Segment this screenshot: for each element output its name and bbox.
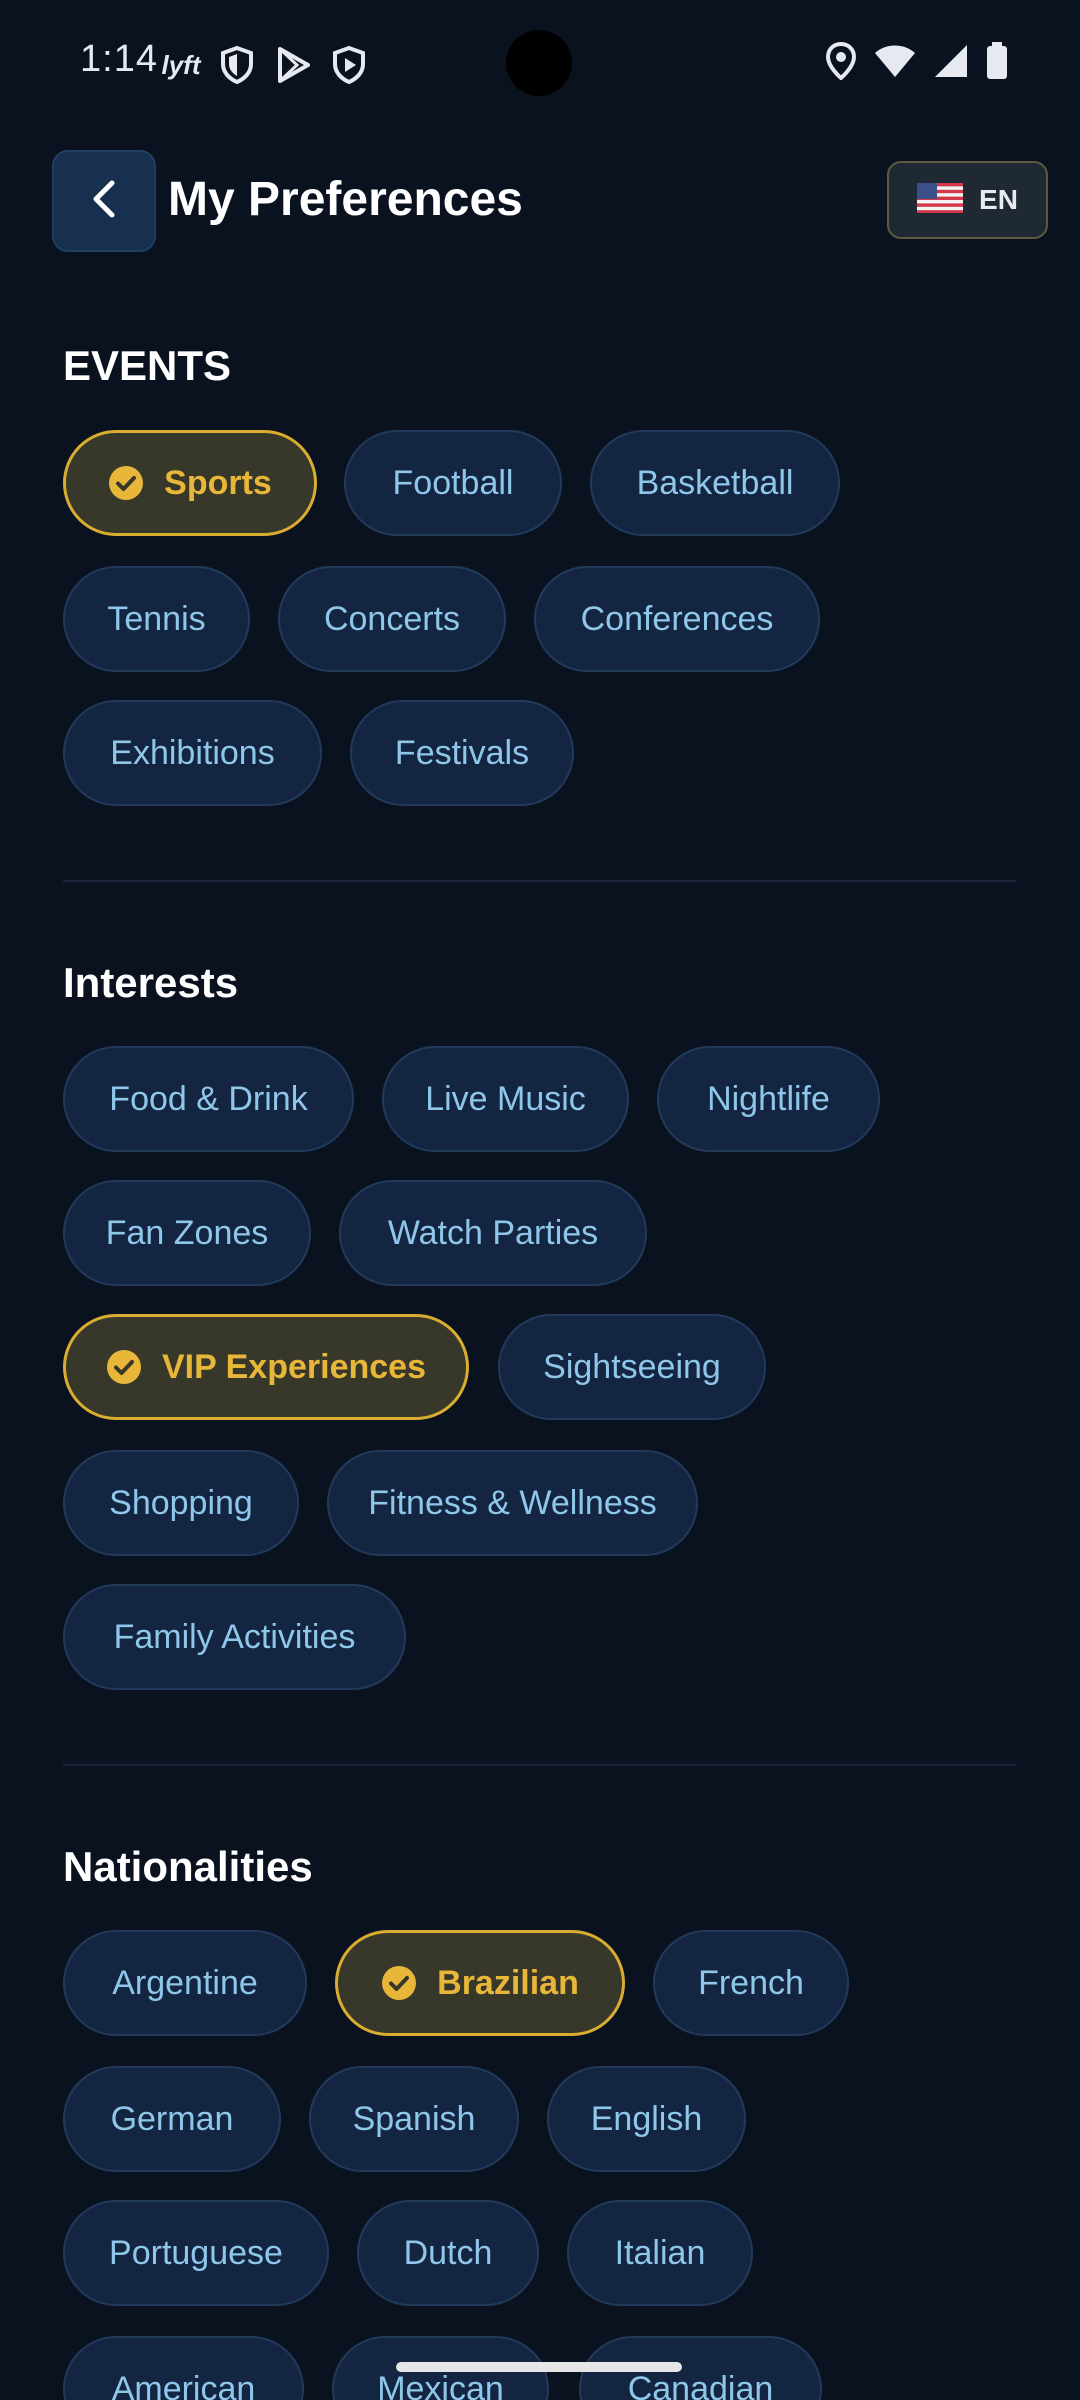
language-selector-button[interactable]: EN [887, 161, 1048, 239]
divider [63, 1764, 1016, 1766]
chip-label: English [590, 2099, 703, 2138]
wifi-icon [874, 44, 916, 83]
chip-label: Canadian [627, 2369, 774, 2400]
interests-chip-fan-zones[interactable]: Fan Zones [63, 1180, 311, 1286]
chip-label: Conferences [580, 599, 774, 638]
page-title: My Preferences [168, 173, 523, 226]
events-chip-festivals[interactable]: Festivals [350, 700, 574, 806]
divider [63, 880, 1016, 882]
chip-label: Concerts [323, 599, 461, 638]
interests-chip-shopping[interactable]: Shopping [63, 1450, 299, 1556]
events-chip-sports[interactable]: Sports [63, 430, 317, 536]
chip-label: Exhibitions [110, 733, 275, 772]
language-code: EN [979, 184, 1018, 215]
chip-label: American [111, 2369, 256, 2400]
chip-label: German [110, 2099, 234, 2138]
section-title-interests: Interests [63, 959, 239, 1006]
nationalities-chip-argentine[interactable]: Argentine [63, 1930, 307, 2036]
check-circle-icon [108, 465, 144, 501]
preferences-screen: 1:14 lyft My Preferences EN EVENTS Sport… [0, 0, 1080, 2400]
chip-label: Dutch [403, 2233, 493, 2272]
nationalities-chip-french[interactable]: French [653, 1930, 849, 2036]
check-circle-icon [381, 1965, 417, 2001]
nationalities-chip-english[interactable]: English [547, 2066, 746, 2172]
chip-label: Tennis [107, 599, 206, 638]
status-time: 1:14 [80, 38, 158, 80]
chip-label: Sightseeing [543, 1347, 721, 1386]
chip-label: Shopping [109, 1483, 253, 1522]
home-indicator [396, 2362, 682, 2372]
events-chip-tennis[interactable]: Tennis [63, 566, 250, 672]
section-title-events: EVENTS [63, 342, 232, 389]
chip-label: Portuguese [109, 2233, 283, 2272]
nationalities-chip-dutch[interactable]: Dutch [357, 2200, 539, 2306]
interests-chip-family-activities[interactable]: Family Activities [63, 1584, 406, 1690]
interests-chip-sightseeing[interactable]: Sightseeing [498, 1314, 766, 1420]
interests-chip-food-drink[interactable]: Food & Drink [63, 1046, 354, 1152]
events-chip-concerts[interactable]: Concerts [278, 566, 506, 672]
front-camera [506, 30, 572, 96]
lyft-icon: lyft [161, 49, 201, 80]
chevron-left-icon [88, 179, 120, 224]
status-left-icons: lyft [160, 44, 370, 86]
interests-chip-nightlife[interactable]: Nightlife [657, 1046, 880, 1152]
battery-icon [986, 42, 1008, 85]
chip-label: Argentine [112, 1963, 258, 2002]
chip-label: VIP Experiences [162, 1347, 426, 1386]
status-bar: 1:14 lyft [0, 0, 1080, 128]
chip-label: Italian [614, 2233, 706, 2272]
chip-label: Fan Zones [105, 1213, 269, 1252]
chip-label: Basketball [636, 463, 794, 502]
chip-label: Brazilian [437, 1963, 579, 2002]
chip-label: Nightlife [707, 1079, 830, 1118]
chip-label: French [698, 1963, 804, 2002]
nationalities-chip-portuguese[interactable]: Portuguese [63, 2200, 329, 2306]
status-right-icons [825, 41, 1008, 85]
chip-label: Watch Parties [387, 1213, 599, 1252]
play-store-icon [272, 44, 314, 86]
signal-icon [934, 44, 968, 83]
chip-label: Live Music [425, 1079, 586, 1118]
events-chip-conferences[interactable]: Conferences [534, 566, 820, 672]
nationalities-chip-german[interactable]: German [63, 2066, 281, 2172]
us-flag-icon [917, 182, 964, 218]
events-chip-basketball[interactable]: Basketball [590, 430, 840, 536]
shield-play-icon [328, 44, 370, 86]
interests-chip-watch-parties[interactable]: Watch Parties [339, 1180, 647, 1286]
location-icon [825, 41, 857, 85]
chip-label: Sports [164, 463, 272, 502]
back-button[interactable] [52, 150, 156, 252]
section-title-nationalities: Nationalities [63, 1843, 313, 1890]
interests-chip-vip-experiences[interactable]: VIP Experiences [63, 1314, 469, 1420]
chip-label: Spanish [352, 2099, 476, 2138]
check-circle-icon [106, 1349, 142, 1385]
events-chip-football[interactable]: Football [344, 430, 562, 536]
nationalities-chip-italian[interactable]: Italian [567, 2200, 753, 2306]
chip-label: Food & Drink [109, 1079, 308, 1118]
nationalities-chip-spanish[interactable]: Spanish [309, 2066, 519, 2172]
chip-label: Family Activities [113, 1617, 356, 1656]
chip-label: Mexican [377, 2369, 504, 2400]
chip-label: Fitness & Wellness [368, 1483, 657, 1522]
interests-chip-fitness-wellness[interactable]: Fitness & Wellness [327, 1450, 698, 1556]
nationalities-chip-brazilian[interactable]: Brazilian [335, 1930, 625, 2036]
interests-chip-live-music[interactable]: Live Music [382, 1046, 629, 1152]
shield-icon [216, 44, 258, 86]
events-chip-exhibitions[interactable]: Exhibitions [63, 700, 322, 806]
chip-label: Football [392, 463, 514, 502]
nationalities-chip-american[interactable]: American [63, 2336, 304, 2400]
chip-label: Festivals [394, 733, 530, 772]
